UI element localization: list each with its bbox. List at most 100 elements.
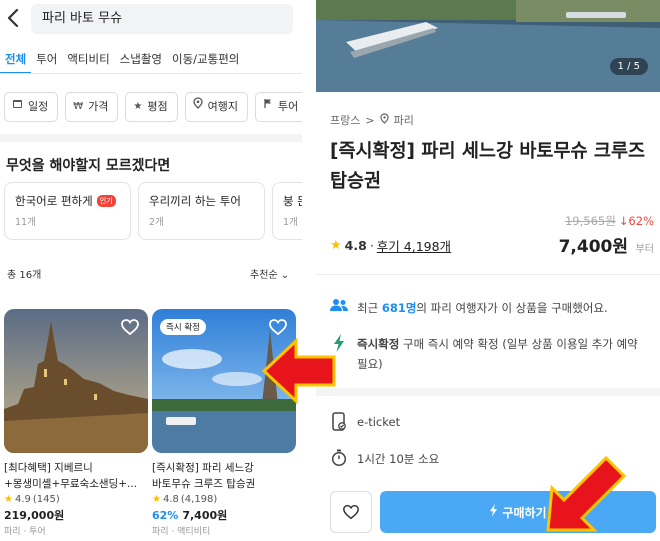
won-icon: ₩: [73, 101, 84, 112]
heart-icon[interactable]: [120, 317, 140, 337]
recommend-card-title: 붕 뜬 시: [283, 194, 302, 208]
tab-tour[interactable]: 투어: [31, 48, 62, 74]
instant-confirm-badge: 즉시 확정: [160, 319, 206, 335]
people-icon: [330, 298, 348, 318]
product-rating: ★ 4.9 (145): [4, 494, 148, 505]
price-from: 부터: [635, 244, 654, 255]
rating-value: 4.8: [162, 494, 179, 505]
instant-confirm-text: 즉시확정 구매 즉시 예약 확정 (일부 상품 이용일 추가 예약 필요): [357, 334, 650, 374]
tab-snap[interactable]: 스냅촬영: [115, 48, 167, 74]
product-title-line: [즉시확정] 파리 세느강: [152, 462, 254, 474]
back-arrow-icon[interactable]: [4, 6, 26, 32]
rating-separator: ·: [369, 238, 374, 253]
recommend-card-private[interactable]: 우리끼리 하는 투어 2개: [138, 182, 265, 240]
calendar-icon: [12, 93, 23, 121]
heart-icon[interactable]: [268, 317, 288, 337]
tab-divider: [0, 73, 302, 74]
popular-badge: 인기: [96, 195, 116, 207]
hero-image[interactable]: 1 / 5: [316, 0, 660, 92]
tab-all[interactable]: 전체: [0, 48, 32, 74]
wishlist-button[interactable]: [330, 491, 372, 533]
rating-value: 4.9: [14, 494, 31, 505]
product-title-line: 바토무슈 크루즈 탑승권: [152, 478, 256, 490]
category-tabs: 전체 투어 액티비티 스냅촬영 이동/교통편의: [0, 48, 302, 74]
breadcrumb-city[interactable]: 파리: [394, 112, 414, 128]
filter-price-button[interactable]: ₩ 가격: [65, 92, 119, 122]
breadcrumb: 프랑스 > 파리: [330, 112, 414, 128]
recommend-heading: 무엇을 해야할지 모르겠다면: [6, 158, 171, 174]
product-price: 219,000원: [4, 509, 65, 522]
buyers-count: 681명: [381, 301, 417, 315]
product-title: [즉시확정] 파리 세느강바토무슈 크루즈 탑승권: [152, 460, 296, 492]
flag-icon: [263, 93, 273, 121]
recommend-card-title: 우리끼리 하는 투어: [149, 194, 241, 208]
filter-destination-button[interactable]: 여행지: [184, 92, 248, 122]
annotation-arrow-left: [262, 337, 336, 405]
divider: [316, 274, 660, 275]
recommend-card-count: 11개: [15, 217, 36, 228]
recent-buyers-info: 최근 681명의 파리 여행자가 이 상품을 구매했어요.: [330, 298, 608, 318]
review-count: (145): [32, 494, 60, 505]
discount-rate: 62%: [152, 509, 179, 522]
section-divider: [0, 134, 302, 142]
price-value: 7,400원: [182, 509, 228, 522]
recommend-cards: 한국어로 편하게인기 11개 우리끼리 하는 투어 2개 붕 뜬 시 1개: [4, 182, 302, 240]
tab-transport[interactable]: 이동/교통편의: [167, 48, 244, 74]
ticket-info: e-ticket: [330, 412, 400, 438]
duration-text: 1시간 10분 소요: [357, 452, 440, 466]
product-rating: ★ 4.8 (4,198): [152, 494, 296, 505]
location-icon: [379, 113, 389, 127]
strike-price: 19,565원: [564, 214, 616, 228]
tab-activity[interactable]: 액티비티: [62, 48, 114, 74]
sort-label: 추천순: [250, 270, 278, 281]
recommend-card-count: 2개: [149, 217, 164, 228]
recommend-card-korean[interactable]: 한국어로 편하게 인기 11개: [4, 182, 131, 240]
recent-buyers-text: 최근 681명의 파리 여행자가 이 상품을 구매했어요.: [357, 298, 608, 318]
star-icon: ★: [4, 494, 13, 505]
image-pager: 1 / 5: [609, 58, 648, 75]
buyers-prefix: 최근: [357, 301, 379, 315]
breadcrumb-country[interactable]: 프랑스: [330, 112, 360, 128]
recommend-card-title: 한국어로 편하게: [15, 194, 93, 208]
stopwatch-icon: [330, 449, 348, 473]
annotation-arrow-down-left: [546, 455, 627, 532]
buyers-suffix: 의 파리 여행자가 이 상품을 구매했어요.: [416, 301, 608, 315]
review-link[interactable]: 후기 4,198개: [377, 236, 451, 255]
product-meta: 파리 · 투어: [4, 527, 46, 537]
instant-confirm-title: 즉시확정: [357, 337, 400, 351]
product-meta: 파리 · 액티비티: [152, 527, 211, 537]
filter-tour-button[interactable]: 투어: [254, 92, 302, 122]
instant-confirm-info: 즉시확정 구매 즉시 예약 확정 (일부 상품 이용일 추가 예약 필요): [330, 334, 650, 374]
result-count: 총 16개: [7, 270, 42, 281]
filter-tour-label: 투어: [277, 100, 299, 113]
recommend-card-count: 1개: [283, 217, 298, 228]
filter-rating-button[interactable]: ★ 평점: [125, 92, 178, 122]
search-input[interactable]: 파리 바토 무슈: [31, 4, 293, 34]
product-image: [4, 309, 148, 453]
product-title: [즉시확정] 파리 세느강 바토무슈 크루즈 탑승권: [330, 141, 645, 192]
star-icon: ★: [152, 494, 161, 505]
recommend-card-free-time[interactable]: 붕 뜬 시 1개: [272, 182, 302, 240]
rating-value: 4.8: [344, 238, 367, 253]
filter-bar: 일정 ₩ 가격 ★ 평점 여행지 투어: [4, 92, 302, 122]
product-title-line: [최다혜택] 지베르니: [4, 462, 93, 474]
filter-schedule-label: 일정: [28, 100, 49, 113]
sort-dropdown[interactable]: 추천순 ⌄: [250, 266, 289, 281]
product-card[interactable]: [최다혜택] 지베르니 +몽생미셸+무료숙소샌딩+... ★ 4.9 (145) 21…: [4, 309, 148, 537]
search-results-panel: 파리 바토 무슈 전체 투어 액티비티 스냅촬영 이동/교통편의 일정 ₩ 가격…: [0, 0, 302, 541]
product-title: [최다혜택] 지베르니 +몽생미셸+무료숙소샌딩+...: [4, 460, 148, 492]
product-title-line: +몽생미셸+무료숙소샌딩+...: [4, 478, 138, 490]
star-icon: ★: [330, 238, 342, 253]
ticket-type: e-ticket: [357, 415, 401, 429]
filter-destination-label: 여행지: [207, 100, 238, 113]
breadcrumb-separator: >: [365, 113, 375, 127]
mobile-ticket-icon: [330, 412, 348, 438]
duration-info: 1시간 10분 소요: [330, 449, 439, 473]
filter-schedule-button[interactable]: 일정: [4, 92, 59, 122]
rating-row: ★ 4.8 · 후기 4,198개: [330, 236, 451, 255]
discount-rate: ↓62%: [618, 214, 654, 228]
filter-price-label: 가격: [88, 100, 109, 113]
heart-icon: [343, 504, 359, 520]
section-divider: [316, 388, 660, 396]
location-icon: [192, 93, 203, 121]
